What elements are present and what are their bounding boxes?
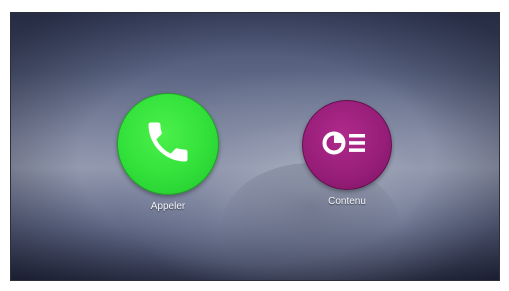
- tv-home-screen: Appeler Contenu: [10, 12, 500, 281]
- content-list-icon: [322, 125, 372, 166]
- photo-frame: Appeler Contenu: [0, 0, 509, 291]
- content-app-button[interactable]: Contenu: [297, 100, 397, 207]
- content-app-circle[interactable]: [302, 100, 392, 190]
- call-app-circle[interactable]: [117, 93, 219, 195]
- call-app-label: Appeler: [150, 201, 186, 212]
- content-app-label: Contenu: [328, 196, 366, 207]
- phone-icon: [142, 116, 194, 173]
- call-app-button[interactable]: Appeler: [114, 93, 222, 212]
